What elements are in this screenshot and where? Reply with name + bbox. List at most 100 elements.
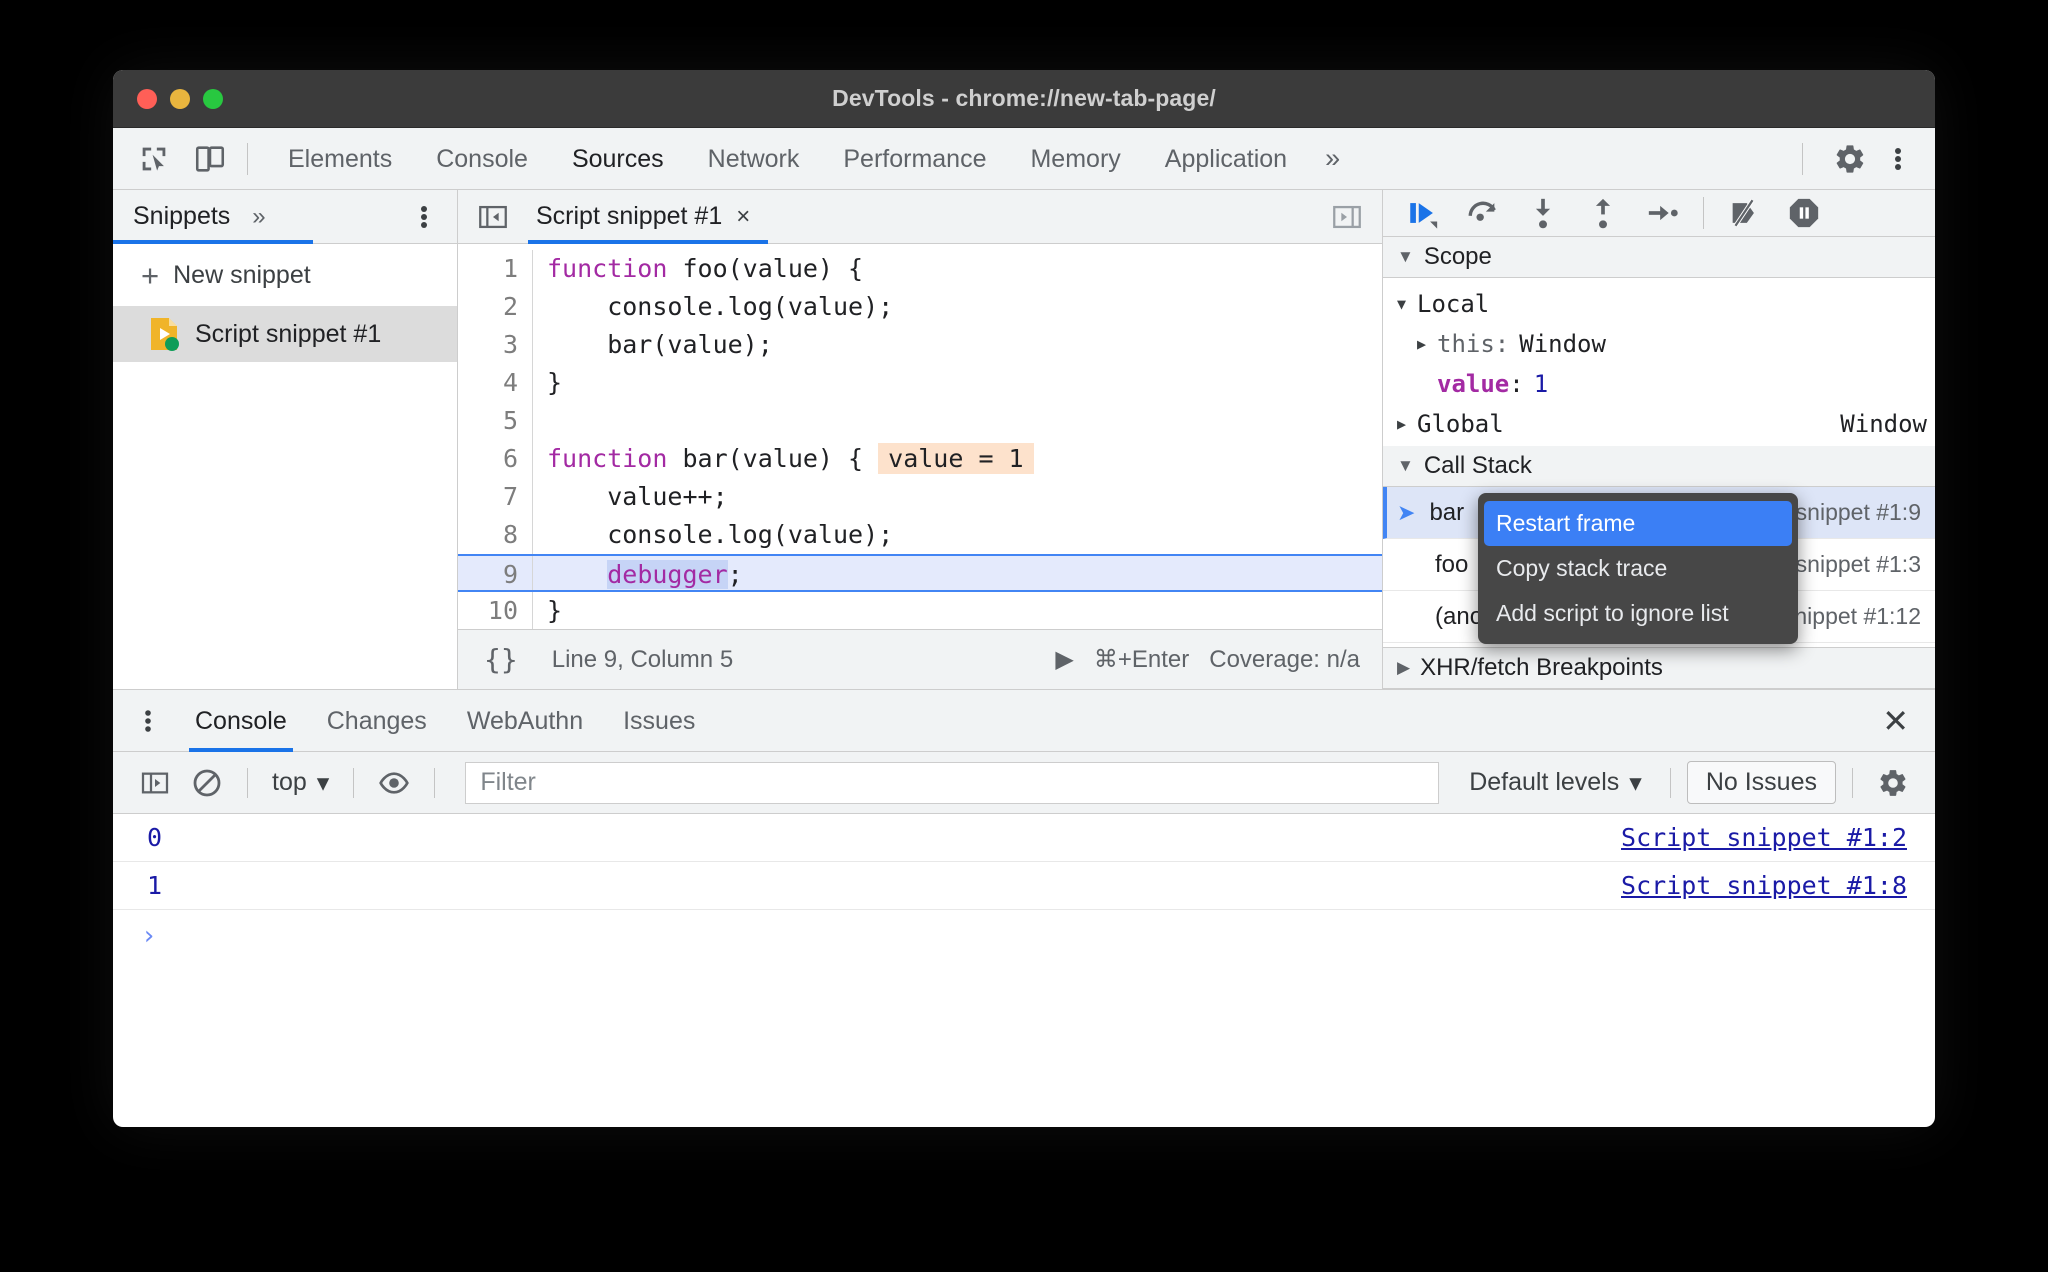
console-message-source-link[interactable]: Script snippet #1:8 (1621, 871, 1907, 900)
tab-elements[interactable]: Elements (266, 128, 414, 190)
code-line[interactable]: 9 debugger; (458, 554, 1382, 592)
menu-item-add-script-to-ignore-list[interactable]: Add script to ignore list (1478, 591, 1798, 636)
pretty-print-icon[interactable]: {} (484, 643, 518, 676)
line-number[interactable]: 5 (458, 402, 532, 440)
window-title: DevTools - chrome://new-tab-page/ (832, 85, 1216, 111)
tab-performance[interactable]: Performance (821, 128, 1008, 190)
main-tabs: Elements Console Sources Network Perform… (266, 128, 1356, 190)
console-message-row: 0 Script snippet #1:2 (113, 814, 1935, 862)
line-number[interactable]: 7 (458, 478, 532, 516)
more-tabs-icon[interactable]: » (1309, 143, 1356, 174)
console-prompt[interactable]: › (113, 910, 1935, 962)
resume-icon[interactable] (1397, 191, 1449, 235)
drawer-tab-webauthn[interactable]: WebAuthn (447, 690, 603, 752)
chevron-down-icon: ▾ (1629, 768, 1642, 797)
kebab-icon[interactable] (1879, 140, 1917, 178)
line-number[interactable]: 2 (458, 288, 532, 326)
drawer-tabbar: Console Changes WebAuthn Issues ✕ (113, 690, 1935, 752)
step-out-icon[interactable] (1577, 191, 1629, 235)
scope-group-label: Local (1417, 290, 1490, 318)
console-message-source-link[interactable]: Script snippet #1:2 (1621, 823, 1907, 852)
chevron-right-icon[interactable]: ▶ (1417, 335, 1437, 353)
drawer-tab-console[interactable]: Console (175, 690, 307, 752)
step-into-icon[interactable] (1517, 191, 1569, 235)
console-message-value: 0 (147, 823, 163, 852)
filter-input[interactable]: Filter (465, 761, 1440, 804)
scope-group-local[interactable]: ▼ Local (1383, 284, 1935, 324)
step-icon[interactable] (1637, 191, 1689, 235)
line-number[interactable]: 4 (458, 364, 532, 402)
navigator-tab-snippets[interactable]: Snippets (113, 202, 230, 231)
xhr-breakpoints-label: XHR/fetch Breakpoints (1420, 654, 1663, 682)
navigator-kebab-icon[interactable] (411, 200, 437, 234)
play-icon[interactable]: ▶ (1055, 645, 1073, 674)
scope-entry-key: this (1437, 330, 1495, 358)
execution-context-selector[interactable]: top ▾ (264, 768, 337, 798)
tab-application[interactable]: Application (1143, 128, 1309, 190)
line-number[interactable]: 3 (458, 326, 532, 364)
menu-item-restart-frame[interactable]: Restart frame (1484, 501, 1792, 546)
xhr-breakpoints-section-header[interactable]: ▶ XHR/fetch Breakpoints (1383, 647, 1935, 689)
tab-memory[interactable]: Memory (1008, 128, 1142, 190)
menu-item-copy-stack-trace[interactable]: Copy stack trace (1478, 546, 1798, 591)
editor-status-bar: {} Line 9, Column 5 ▶ ⌘+Enter Coverage: … (458, 629, 1382, 689)
code-line[interactable]: 5 (458, 402, 1382, 440)
scope-entry-key: value (1437, 370, 1510, 398)
tab-console[interactable]: Console (414, 128, 550, 190)
drawer-tab-issues[interactable]: Issues (603, 690, 715, 752)
tab-sources[interactable]: Sources (550, 128, 686, 190)
show-navigator-icon[interactable] (476, 200, 510, 234)
log-levels-selector[interactable]: Default levels ▾ (1457, 768, 1654, 798)
drawer-kebab-icon[interactable] (135, 704, 161, 738)
live-expression-icon[interactable] (370, 761, 418, 805)
code-line[interactable]: 8 console.log(value); (458, 516, 1382, 554)
code-line[interactable]: 2 console.log(value); (458, 288, 1382, 326)
code-line[interactable]: 3 bar(value); (458, 326, 1382, 364)
gear-icon[interactable] (1831, 140, 1869, 178)
code-line-text: bar(value); (547, 330, 773, 359)
code-line[interactable]: 1 function foo(value) { (458, 250, 1382, 288)
run-shortcut-label: ⌘+Enter (1093, 646, 1190, 673)
code-line-text: console.log(value); (547, 292, 894, 321)
console-sidebar-icon[interactable] (131, 761, 179, 805)
new-snippet-button[interactable]: + New snippet (113, 244, 457, 306)
code-line[interactable]: 7 value++; (458, 478, 1382, 516)
show-debugger-icon[interactable] (1330, 200, 1364, 234)
deactivate-breakpoints-icon[interactable] (1718, 191, 1770, 235)
drawer-tab-changes[interactable]: Changes (307, 690, 447, 752)
new-snippet-label: New snippet (173, 260, 311, 289)
scope-section-header[interactable]: ▼ Scope (1383, 236, 1935, 278)
editor-tab-script-snippet[interactable]: Script snippet #1 × (510, 190, 768, 244)
scope-entry-this[interactable]: ▶ this : Window (1383, 324, 1935, 364)
line-number[interactable]: 1 (458, 250, 532, 288)
clear-console-icon[interactable] (183, 761, 231, 805)
close-icon[interactable]: × (736, 203, 750, 231)
scope-group-global[interactable]: ▶ Global Window (1383, 404, 1935, 444)
code-line[interactable]: 6 function bar(value) { value = 1 (458, 440, 1382, 478)
window-titlebar: DevTools - chrome://new-tab-page/ (113, 70, 1935, 128)
code-line-text: } (547, 368, 563, 397)
close-drawer-icon[interactable]: ✕ (1882, 702, 1909, 740)
pause-on-exceptions-icon[interactable] (1778, 191, 1830, 235)
line-number[interactable]: 6 (458, 440, 532, 478)
code-line[interactable]: 4} (458, 364, 1382, 402)
line-number[interactable]: 8 (458, 516, 532, 554)
inspect-element-icon[interactable] (135, 140, 173, 178)
navigator-more-tabs-icon[interactable]: » (230, 203, 265, 231)
toggle-device-toolbar-icon[interactable] (191, 140, 229, 178)
chevron-down-icon: ▼ (1397, 456, 1414, 476)
code-editor[interactable]: 1 function foo(value) {2 console.log(valu… (458, 244, 1382, 629)
issues-button[interactable]: No Issues (1686, 761, 1836, 804)
tab-network[interactable]: Network (686, 128, 822, 190)
snippet-list-item[interactable]: Script snippet #1 (113, 306, 457, 362)
call-stack-section-header[interactable]: ▼ Call Stack (1383, 446, 1935, 488)
scope-entry-value-var[interactable]: value : 1 (1383, 364, 1935, 404)
line-number[interactable]: 9 (458, 556, 532, 590)
line-number[interactable]: 10 (458, 592, 532, 629)
call-stack-context-menu[interactable]: Restart frame Copy stack trace Add scrip… (1478, 493, 1798, 644)
gear-icon[interactable] (1869, 761, 1917, 805)
step-over-icon[interactable] (1457, 191, 1509, 235)
debugger-sidebar: ▼ Scope ▼ Local ▶ this : Window value: … (1383, 190, 1935, 689)
code-line[interactable]: 10} (458, 592, 1382, 629)
chevron-right-icon[interactable]: ▶ (1397, 415, 1417, 433)
